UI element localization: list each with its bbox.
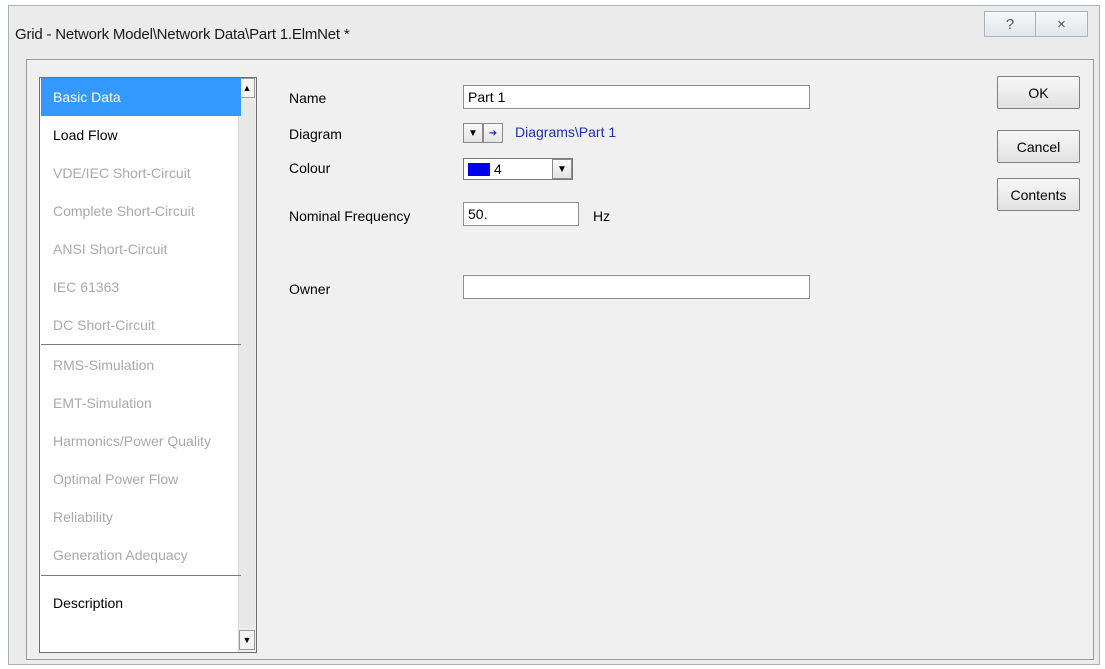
dialog-window: Grid - Network Model\Network Data\Part 1… (8, 5, 1100, 665)
nav-item-harmonics-power-quality: Harmonics/Power Quality (53, 433, 211, 449)
nominal-frequency-label: Nominal Frequency (289, 208, 411, 224)
scroll-down-icon[interactable]: ▼ (239, 630, 255, 650)
page-list: ▲ ▼ Basic Data Load Flow VDE/IEC Short-Cir… (39, 77, 257, 653)
nav-item-complete-short-circuit: Complete Short-Circuit (53, 203, 195, 219)
nominal-frequency-field[interactable] (463, 202, 579, 226)
name-label: Name (289, 90, 327, 106)
title-bar-controls: ? × (984, 11, 1089, 39)
window-title: Grid - Network Model\Network Data\Part 1… (15, 26, 350, 43)
help-icon[interactable]: ? (984, 11, 1036, 37)
cancel-button[interactable]: Cancel (997, 130, 1080, 163)
nav-item-load-flow[interactable]: Load Flow (41, 116, 241, 154)
nav-item-basic-data[interactable]: Basic Data (41, 78, 241, 116)
nav-item-description[interactable]: Description (41, 584, 241, 622)
scroll-up-icon[interactable]: ▲ (239, 78, 255, 98)
nav-item-reliability: Reliability (53, 509, 113, 525)
ok-button[interactable]: OK (997, 76, 1080, 109)
nav-item-generation-adequacy: Generation Adequacy (53, 547, 188, 563)
nav-item-vde-iec-short-circuit: VDE/IEC Short-Circuit (53, 165, 191, 181)
nav-item-optimal-power-flow: Optimal Power Flow (53, 471, 179, 487)
colour-select[interactable]: 4 ▼ (463, 158, 573, 180)
diagram-jump-arrow-icon[interactable]: ➔ (483, 123, 503, 143)
list-separator (41, 575, 241, 576)
diagram-link[interactable]: Diagrams\Part 1 (515, 124, 616, 140)
diagram-label: Diagram (289, 126, 342, 142)
scroll-track[interactable] (239, 100, 255, 628)
nav-item-iec-61363: IEC 61363 (53, 279, 120, 295)
colour-swatch (468, 163, 490, 176)
colour-label: Colour (289, 160, 331, 176)
nav-item-ansi-short-circuit: ANSI Short-Circuit (53, 241, 168, 257)
frequency-unit: Hz (593, 208, 611, 224)
owner-field[interactable] (463, 275, 810, 299)
nav-item-emt-simulation: EMT-Simulation (53, 395, 152, 411)
nav-item-dc-short-circuit: DC Short-Circuit (53, 317, 155, 333)
list-separator (41, 344, 241, 345)
dialog-client-area: ▲ ▼ Basic Data Load Flow VDE/IEC Short-Cir… (26, 59, 1094, 660)
name-field[interactable] (463, 85, 810, 109)
colour-value: 4 (494, 161, 502, 177)
diagram-dropdown-icon[interactable]: ▼ (463, 123, 483, 143)
close-icon[interactable]: × (1036, 11, 1088, 37)
colour-dropdown-icon[interactable]: ▼ (552, 159, 572, 179)
owner-label: Owner (289, 281, 331, 297)
contents-button[interactable]: Contents (997, 178, 1080, 211)
nav-item-rms-simulation: RMS-Simulation (53, 357, 155, 373)
